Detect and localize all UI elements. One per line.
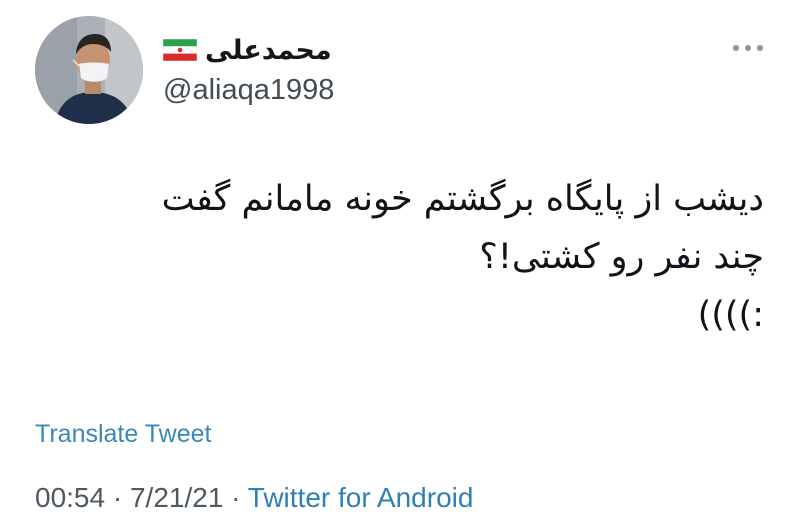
user-handle[interactable]: @aliaqa1998: [163, 74, 334, 107]
profile-photo-icon: [35, 16, 143, 124]
tweet-date: 7/21/21: [129, 482, 224, 513]
tweet-line: دیشب از پایگاه برگشتم خونه مامانم گفت: [161, 179, 764, 219]
tweet-card: محمدعلی @aliaqa1998 دیشب از پایگاه برگشت…: [0, 0, 800, 531]
tweet-line: :)))): [697, 295, 764, 335]
avatar[interactable]: [35, 16, 143, 124]
meta-separator: ·: [112, 482, 123, 513]
user-name-row: محمدعلی: [162, 30, 332, 70]
iran-flag-icon: [162, 38, 198, 62]
display-name[interactable]: محمدعلی: [205, 37, 332, 64]
more-options-icon[interactable]: [730, 40, 766, 54]
translate-tweet-link[interactable]: Translate Tweet: [35, 420, 211, 449]
tweet-line: چند نفر رو کشتی!؟: [479, 237, 764, 277]
tweet-meta: 00:54 · 7/21/21 · Twitter for Android: [35, 482, 473, 514]
tweet-text: دیشب از پایگاه برگشتم خونه مامانم گفت چن…: [44, 170, 764, 344]
tweet-source-link[interactable]: Twitter for Android: [248, 482, 474, 513]
tweet-time: 00:54: [35, 482, 106, 513]
meta-separator: ·: [231, 482, 241, 513]
